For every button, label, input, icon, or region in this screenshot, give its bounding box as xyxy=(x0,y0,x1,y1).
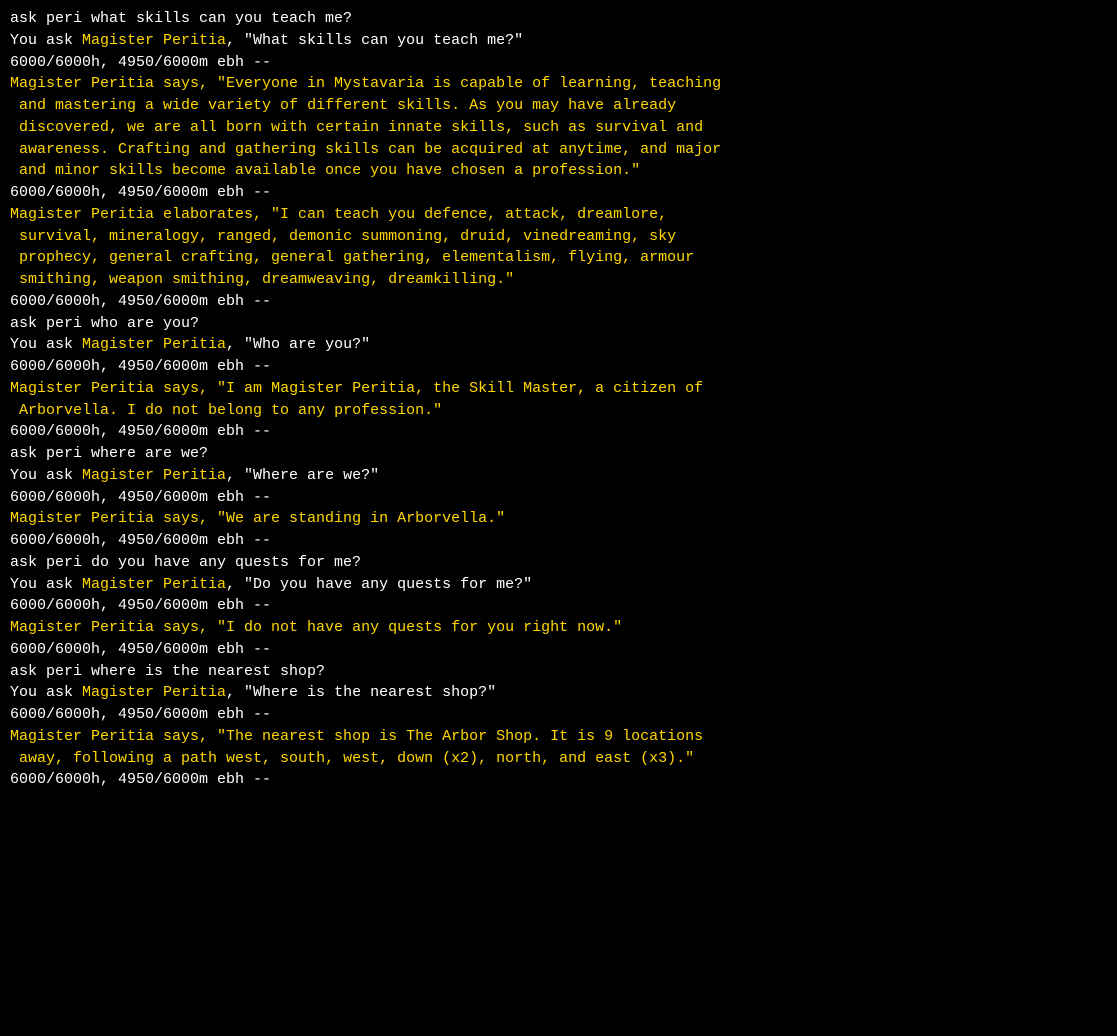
terminal-line: smithing, weapon smithing, dreamweaving,… xyxy=(10,269,1107,291)
terminal-line: ask peri where are we? xyxy=(10,443,1107,465)
terminal-line: away, following a path west, south, west… xyxy=(10,748,1107,770)
terminal-line: Magister Peritia says, "I am Magister Pe… xyxy=(10,378,1107,400)
terminal-line: You ask Magister Peritia, "Do you have a… xyxy=(10,574,1107,596)
terminal-line: 6000/6000h, 4950/6000m ebh -- xyxy=(10,421,1107,443)
terminal-line: Magister Peritia says, "We are standing … xyxy=(10,508,1107,530)
terminal-line: ask peri who are you? xyxy=(10,313,1107,335)
terminal-line: 6000/6000h, 4950/6000m ebh -- xyxy=(10,530,1107,552)
terminal-line: discovered, we are all born with certain… xyxy=(10,117,1107,139)
terminal-line: 6000/6000h, 4950/6000m ebh -- xyxy=(10,769,1107,791)
terminal-line: Magister Peritia elaborates, "I can teac… xyxy=(10,204,1107,226)
terminal-line: 6000/6000h, 4950/6000m ebh -- xyxy=(10,291,1107,313)
terminal-line: and minor skills become available once y… xyxy=(10,160,1107,182)
terminal-line: You ask Magister Peritia, "Who are you?" xyxy=(10,334,1107,356)
terminal-line: 6000/6000h, 4950/6000m ebh -- xyxy=(10,356,1107,378)
terminal-line: Magister Peritia says, "I do not have an… xyxy=(10,617,1107,639)
terminal-output: ask peri what skills can you teach me?Yo… xyxy=(10,8,1107,791)
terminal-line: You ask Magister Peritia, "Where is the … xyxy=(10,682,1107,704)
terminal-line: prophecy, general crafting, general gath… xyxy=(10,247,1107,269)
terminal-line: 6000/6000h, 4950/6000m ebh -- xyxy=(10,182,1107,204)
terminal-line: survival, mineralogy, ranged, demonic su… xyxy=(10,226,1107,248)
terminal-line: 6000/6000h, 4950/6000m ebh -- xyxy=(10,487,1107,509)
terminal-line: ask peri what skills can you teach me? xyxy=(10,8,1107,30)
terminal-line: You ask Magister Peritia, "Where are we?… xyxy=(10,465,1107,487)
terminal-line: and mastering a wide variety of differen… xyxy=(10,95,1107,117)
terminal-line: awareness. Crafting and gathering skills… xyxy=(10,139,1107,161)
terminal-line: 6000/6000h, 4950/6000m ebh -- xyxy=(10,595,1107,617)
terminal-line: You ask Magister Peritia, "What skills c… xyxy=(10,30,1107,52)
terminal-line: 6000/6000h, 4950/6000m ebh -- xyxy=(10,704,1107,726)
terminal-line: Magister Peritia says, "Everyone in Myst… xyxy=(10,73,1107,95)
terminal-line: Magister Peritia says, "The nearest shop… xyxy=(10,726,1107,748)
terminal-line: 6000/6000h, 4950/6000m ebh -- xyxy=(10,639,1107,661)
terminal-line: 6000/6000h, 4950/6000m ebh -- xyxy=(10,52,1107,74)
terminal-line: ask peri do you have any quests for me? xyxy=(10,552,1107,574)
terminal-line: Arborvella. I do not belong to any profe… xyxy=(10,400,1107,422)
terminal-line: ask peri where is the nearest shop? xyxy=(10,661,1107,683)
